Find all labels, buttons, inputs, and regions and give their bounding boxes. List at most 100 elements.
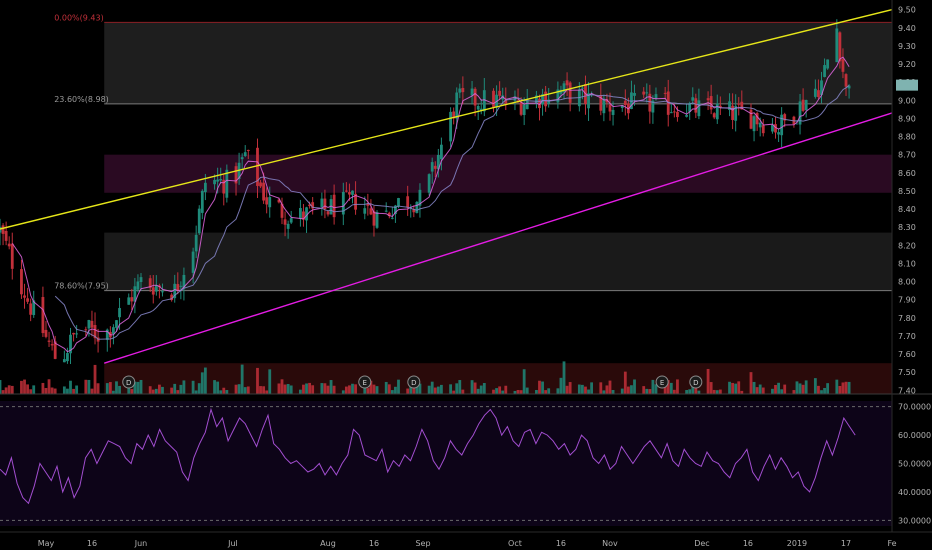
price-tick-label: 7.50 (898, 368, 916, 377)
volume-bar (237, 384, 241, 394)
volume-bar (495, 388, 498, 394)
event-marker-label: E (363, 379, 367, 387)
volume-bar (731, 382, 735, 394)
volume-bar (795, 381, 799, 394)
candle-body (289, 218, 293, 223)
volume-bar (608, 380, 612, 394)
candle-body (406, 196, 410, 208)
volume-bar (72, 388, 75, 394)
volume-bar (105, 383, 109, 394)
volume-bar (715, 390, 719, 394)
volume-bar (87, 379, 91, 394)
candle-body (731, 105, 735, 120)
volume-bar (23, 379, 26, 394)
volume-bar (758, 384, 762, 394)
volume-bar (541, 381, 544, 394)
volume-bar (179, 384, 183, 394)
candle-body (473, 88, 477, 106)
candle-body (565, 80, 569, 86)
volume-bar (461, 389, 465, 394)
candle-body (7, 243, 11, 247)
candle-body (611, 109, 615, 115)
volume-bar (115, 381, 118, 394)
volume-bar (213, 380, 216, 394)
volume-bar (108, 382, 112, 394)
volume-bar (712, 389, 716, 394)
volume-bar (633, 379, 636, 394)
candle-body (706, 98, 710, 101)
volume-bar (298, 389, 302, 394)
candle-body (363, 208, 367, 214)
candle-body (669, 112, 673, 114)
volume-bar (630, 385, 633, 394)
volume-bar (246, 386, 250, 394)
volume-bar (565, 385, 569, 394)
candle-body (384, 210, 388, 212)
volume-bar (761, 387, 765, 394)
price-tick-label: 8.90 (898, 114, 916, 123)
volume-bar (277, 383, 281, 394)
volume-bar (783, 384, 787, 394)
volume-bar (584, 386, 587, 394)
volume-bar (344, 386, 348, 394)
volume-bar (734, 383, 738, 394)
candle-body (90, 320, 94, 328)
volume-bar (430, 381, 434, 394)
volume-bar (265, 390, 269, 394)
candle-body (817, 90, 820, 98)
volume-bar (436, 386, 440, 394)
candle-body (44, 329, 48, 337)
price-tick-label: 8.10 (898, 259, 916, 268)
stock-chart[interactable]: 0.00%(9.43) 23.60%(8.98) 78.60%(7.95) D E D E… (0, 0, 932, 550)
price-tick-label: 8.80 (898, 133, 916, 142)
volume-bar (498, 386, 502, 394)
candle-body (286, 223, 290, 229)
volume-bar (568, 382, 572, 394)
volume-bar (280, 379, 284, 394)
volume-bar (458, 380, 462, 394)
candle-body (197, 208, 201, 234)
price-tick-label: 9.40 (898, 24, 916, 33)
candle-body (62, 359, 66, 363)
volume-bar (780, 389, 784, 394)
volume-bar (777, 382, 780, 394)
volume-bar (581, 384, 584, 394)
volume-bar (841, 382, 845, 394)
volume-bar (136, 381, 140, 394)
price-tick-label: 9.50 (898, 6, 916, 15)
price-tick-label: 8.20 (898, 241, 916, 250)
candle-body (581, 87, 584, 89)
volume-bar (817, 385, 820, 394)
candle-body (0, 226, 2, 233)
volume-bar (308, 382, 311, 394)
candle-body (326, 211, 330, 215)
volume-bar (590, 382, 594, 394)
volume-bar (354, 384, 357, 394)
volume-bar (390, 390, 394, 394)
volume-bar (127, 387, 131, 394)
candle-body (608, 104, 612, 112)
candle-body (216, 179, 220, 182)
volume-bar (605, 385, 609, 394)
rsi-tick-label: 70.0000 (898, 403, 931, 412)
volume-bar (93, 364, 97, 394)
volume-bar (835, 379, 839, 394)
volume-bar (706, 368, 710, 394)
fib-zone (104, 22, 893, 104)
candle-body (709, 96, 713, 110)
fib-level-label: 23.60%(8.98) (54, 95, 109, 104)
volume-bar (157, 384, 161, 394)
candle-body (259, 182, 262, 187)
candle-body (672, 111, 676, 113)
volume-bar (737, 381, 741, 394)
volume-bar (1, 390, 5, 394)
volume-bar (305, 383, 308, 394)
volume-bar (669, 382, 673, 394)
time-tick-label: Aug (320, 539, 336, 548)
rsi-pane[interactable] (0, 401, 892, 526)
volume-bar (482, 382, 486, 394)
volume-bar (268, 369, 272, 394)
time-tick-label: 16 (743, 539, 753, 548)
volume-bar (90, 388, 94, 394)
volume-bar (53, 388, 57, 394)
